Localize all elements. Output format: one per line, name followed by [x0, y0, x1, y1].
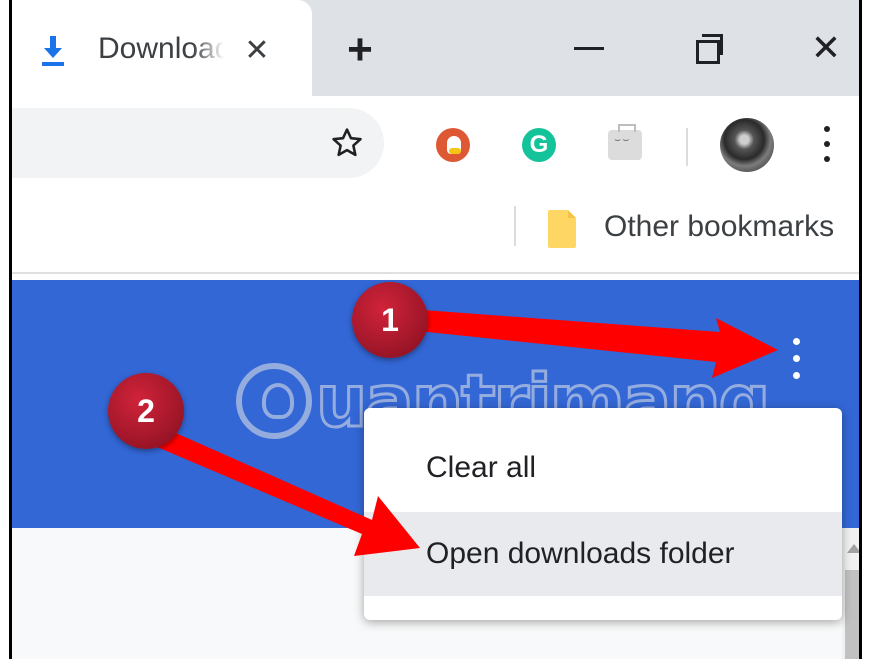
profile-avatar[interactable] — [720, 118, 774, 172]
tab-strip: Downloads ✕ + ✕ — [12, 0, 859, 96]
menu-item-clear-all[interactable]: Clear all — [364, 426, 842, 510]
new-tab-button[interactable]: + — [340, 28, 380, 72]
minimize-button[interactable] — [568, 26, 612, 70]
restore-icon-front — [696, 40, 720, 64]
window-close-button[interactable]: ✕ — [804, 26, 848, 70]
bookmarks-bar: Other bookmarks — [12, 192, 859, 274]
tab-downloads[interactable]: Downloads ✕ — [12, 0, 312, 96]
bookmarks-separator — [514, 206, 516, 246]
restore-button[interactable] — [688, 26, 732, 70]
toolbar: G — [12, 96, 859, 192]
other-bookmarks-label[interactable]: Other bookmarks — [604, 210, 834, 244]
star-outline-icon[interactable] — [330, 126, 364, 160]
chrome-menu-button[interactable] — [822, 124, 832, 164]
downloads-context-menu: Clear all Open downloads folder — [364, 408, 842, 620]
tab-close-button[interactable]: ✕ — [242, 36, 272, 66]
box-face-icon[interactable] — [608, 124, 642, 160]
duckduckgo-icon[interactable] — [436, 128, 470, 162]
address-bar[interactable] — [12, 108, 384, 178]
downloads-menu-button[interactable] — [790, 338, 802, 380]
scrollbar[interactable] — [842, 528, 859, 659]
tab-title: Downloads — [98, 32, 224, 65]
download-icon — [42, 36, 64, 66]
grammarly-icon[interactable]: G — [522, 128, 556, 162]
folder-icon — [548, 210, 576, 248]
toolbar-separator — [686, 128, 688, 166]
menu-item-open-downloads-folder[interactable]: Open downloads folder — [364, 512, 842, 596]
scroll-thumb[interactable] — [845, 570, 859, 659]
browser-window: Downloads ✕ + ✕ G — [9, 0, 862, 659]
scroll-up-arrow-icon[interactable] — [847, 544, 859, 553]
